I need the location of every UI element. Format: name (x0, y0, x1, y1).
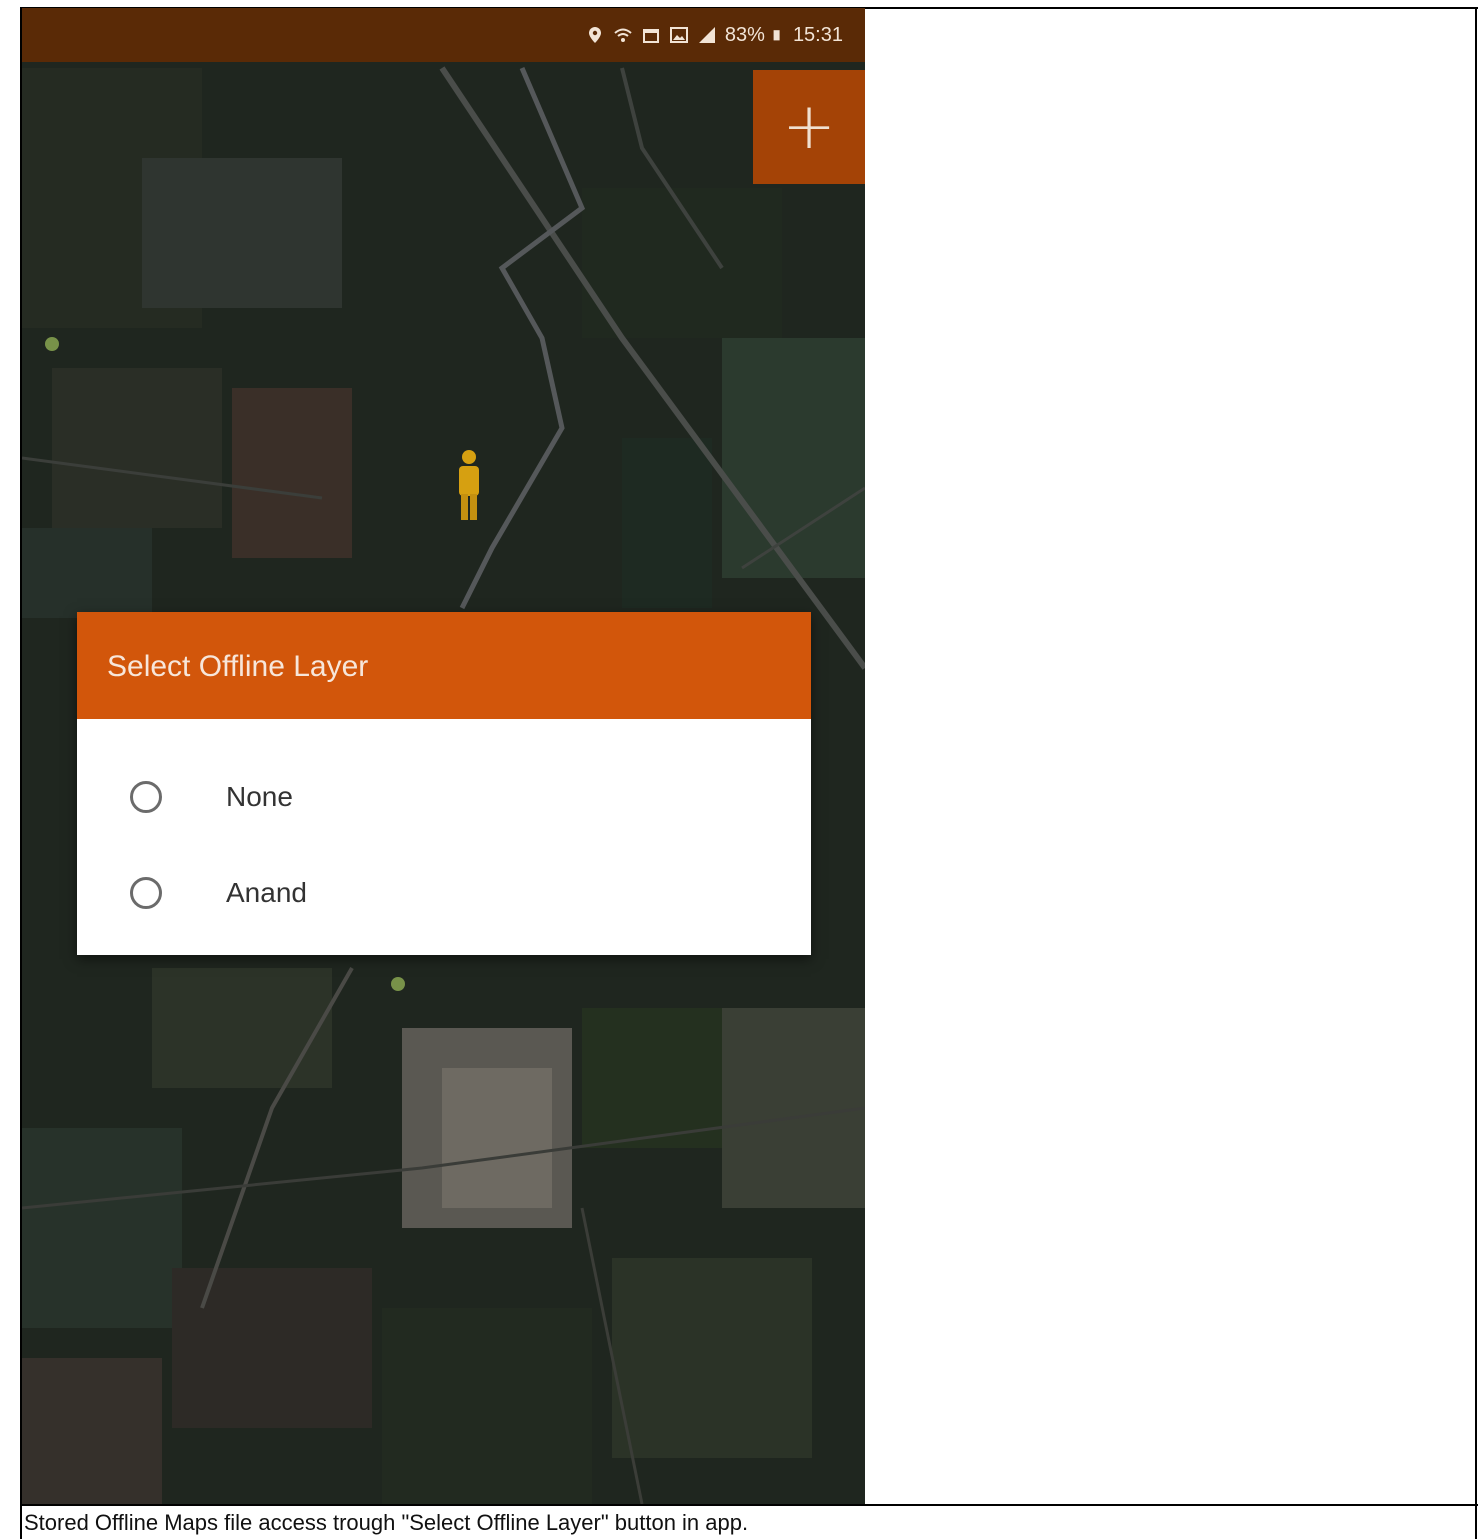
radio-button-icon[interactable] (130, 877, 162, 909)
status-time: 15:31 (792, 23, 843, 46)
option-anand[interactable]: Anand (77, 845, 811, 941)
calendar-icon (642, 29, 659, 43)
radio-button-icon[interactable] (130, 781, 162, 813)
option-label: None (226, 781, 293, 812)
plus-icon: + (782, 90, 836, 164)
signal-icon (698, 27, 715, 43)
select-offline-layer-dialog: Select Offline Layer None Anand (77, 612, 811, 955)
dialog-header: Select Offline Layer (77, 612, 811, 719)
location-icon (588, 27, 601, 43)
border-mid (20, 1504, 1478, 1506)
gallery-icon (669, 27, 688, 43)
figure-caption: Stored Offline Maps file access trough "… (24, 1510, 749, 1535)
dialog-title: Select Offline Layer (107, 650, 369, 683)
wifi-icon (614, 28, 632, 42)
add-layer-button[interactable]: + (753, 70, 865, 184)
border-right (1475, 7, 1477, 1539)
battery-level: 83% (724, 23, 765, 46)
status-icons: 83% 15:31 (585, 22, 843, 48)
user-location-marker-icon[interactable] (454, 448, 484, 524)
status-bar: 83% 15:31 (22, 8, 865, 62)
option-label: Anand (226, 877, 307, 908)
option-none[interactable]: None (77, 749, 811, 845)
phone-screenshot: 83% 15:31 + Select Offline Layer None An… (22, 8, 865, 1504)
document-frame: 83% 15:31 + Select Offline Layer None An… (0, 0, 1478, 1539)
battery-icon (773, 30, 780, 41)
